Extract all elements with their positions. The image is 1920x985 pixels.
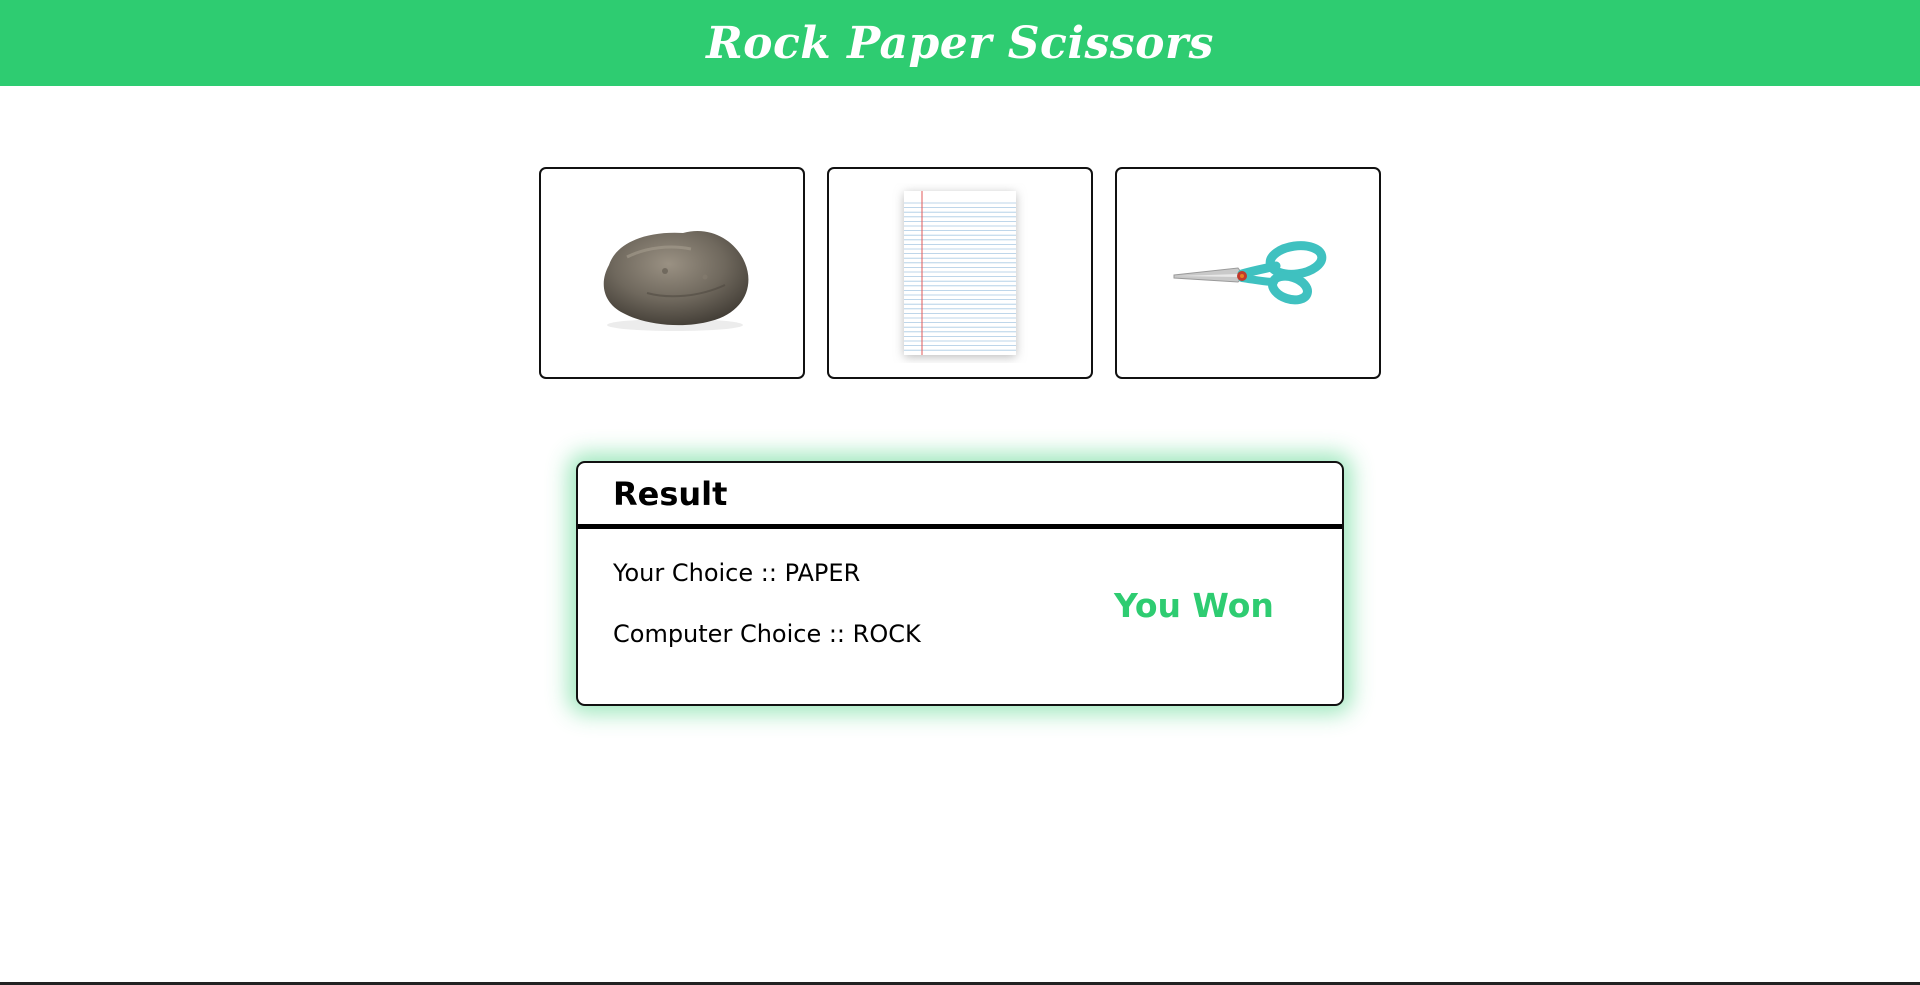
app-title: Rock Paper Scissors (706, 17, 1214, 69)
computer-choice-text: Computer Choice :: ROCK (613, 620, 921, 648)
result-title: Result (613, 475, 728, 513)
scissors-choice-button[interactable] (1115, 167, 1381, 379)
result-panel: Result Your Choice :: PAPER Computer Cho… (576, 461, 1344, 706)
scissors-icon (1173, 241, 1327, 305)
outcome-text: You Won (1114, 586, 1274, 625)
rock-choice-button[interactable] (539, 167, 805, 379)
choice-panel (539, 167, 1381, 379)
rock-icon (603, 231, 749, 331)
result-divider (578, 524, 1342, 529)
app-header: Rock Paper Scissors (0, 0, 1920, 86)
paper-icon (904, 191, 1016, 357)
your-choice-text: Your Choice :: PAPER (613, 559, 861, 587)
paper-choice-button[interactable] (827, 167, 1093, 379)
